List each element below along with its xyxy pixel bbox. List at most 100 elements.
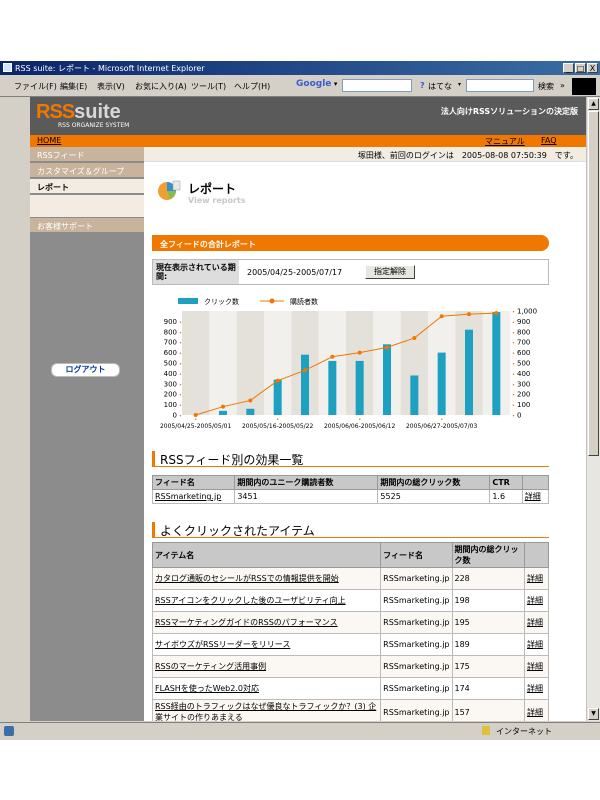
legend-marker bbox=[269, 298, 275, 304]
item-link[interactable]: RSSのマーケティング活用事例 bbox=[151, 655, 382, 678]
google-search-input[interactable] bbox=[342, 79, 412, 92]
hatena-dropdown-icon[interactable]: ▾ bbox=[458, 81, 461, 88]
main-content: 塚田様、前回のログインは 2005-08-08 07:50:39 です。 レポー… bbox=[144, 147, 586, 721]
detail-link[interactable]: 詳細 bbox=[523, 633, 550, 656]
close-button[interactable]: X bbox=[587, 63, 598, 73]
menu-view[interactable]: 表示(V) bbox=[97, 81, 125, 92]
maximize-button[interactable]: □ bbox=[575, 63, 586, 73]
x-tick-label: 2005/06/06-2005/06/12 bbox=[324, 423, 396, 430]
legend-swatch-bar bbox=[178, 298, 198, 304]
table-row: RSSのマーケティング活用事例 RSSmarketing.jp 175 詳細 bbox=[151, 655, 550, 678]
table-cell: RSSmarketing.jp bbox=[380, 633, 453, 656]
sidebar-item-rss-feed[interactable]: RSSフィード bbox=[30, 147, 144, 162]
y-right-tick-label: 100 bbox=[517, 401, 530, 409]
sidebar: RSSフィード カスタマイズ＆グループ レポート お客様サポート ログアウト bbox=[30, 147, 144, 721]
nav-home-link[interactable]: HOME bbox=[37, 136, 61, 145]
y-left-tick-mark: • bbox=[179, 403, 182, 409]
sidebar-item-support[interactable]: お客様サポート bbox=[30, 218, 144, 233]
period-label: 現在表示されている期間: bbox=[153, 260, 239, 284]
logout-button[interactable]: ログアウト bbox=[51, 363, 120, 377]
detail-link[interactable]: 詳細 bbox=[523, 699, 550, 721]
y-right-tick-mark: • bbox=[512, 393, 515, 399]
menu-favorites[interactable]: お気に入り(A) bbox=[135, 81, 187, 92]
detail-link[interactable]: 詳細 bbox=[523, 655, 550, 678]
clear-period-button[interactable]: 指定解除 bbox=[365, 265, 415, 279]
scroll-down-button[interactable]: ▼ bbox=[588, 708, 599, 720]
column-header: フィード名 bbox=[151, 475, 236, 490]
y-right-tick-label: 500 bbox=[517, 360, 530, 368]
detail-link[interactable]: 詳細 bbox=[521, 489, 550, 504]
y-right-tick-label: 900 bbox=[517, 318, 530, 326]
legend-label: 購読者数 bbox=[290, 297, 318, 306]
y-left-tick-mark: • bbox=[179, 372, 182, 378]
google-toolbar-button[interactable]: Google ▾ bbox=[296, 79, 337, 93]
item-link[interactable]: サイボウズがRSSリーダーをリリース bbox=[151, 633, 382, 656]
y-right-tick-mark: • bbox=[512, 403, 515, 409]
effects-heading: RSSフィード別の効果一覧 bbox=[160, 453, 304, 467]
item-link[interactable]: RSSマーケティングガイドのRSSのパフォーマンス bbox=[151, 611, 382, 634]
table-row: カタログ通販のセシールがRSSでの情報提供を開始 RSSmarketing.jp 2… bbox=[151, 567, 550, 590]
hatena-button[interactable]: はてな bbox=[428, 81, 452, 92]
vertical-scrollbar[interactable]: ▲ ▼ bbox=[586, 97, 600, 721]
table-row: RSSアイコンをクリックした後のユーザビリティ向上 RSSmarketing.jp… bbox=[151, 589, 550, 612]
menu-help[interactable]: ヘルプ(H) bbox=[234, 81, 270, 92]
line-point bbox=[467, 312, 471, 317]
items-heading: よくクリックされたアイテム bbox=[160, 524, 315, 538]
item-link[interactable]: FLASHを使ったWeb2.0対応 bbox=[151, 677, 382, 700]
rss-suite-logo[interactable]: RSSsuite RSS ORGANIZE SYSTEM bbox=[36, 101, 129, 129]
line-point bbox=[275, 378, 280, 383]
y-right-tick-mark: • bbox=[512, 320, 515, 326]
item-link[interactable]: RSSmarketing.jp bbox=[151, 489, 236, 504]
zone-text: インターネット bbox=[496, 727, 552, 736]
item-link[interactable]: RSS経由のトラフィックはなぜ優良なトラフィックか？(3) 企業サイトの作りあま… bbox=[151, 699, 382, 721]
item-link[interactable]: カタログ通販のセシールがRSSでの情報提供を開始 bbox=[151, 567, 382, 590]
table-cell: RSSmarketing.jp bbox=[380, 611, 453, 634]
toolbar-chevron[interactable]: » bbox=[560, 81, 565, 90]
y-right-tick-label: 300 bbox=[517, 380, 530, 388]
table-cell: 5525 bbox=[377, 489, 491, 504]
detail-link[interactable]: 詳細 bbox=[523, 567, 550, 590]
chart-bar bbox=[246, 408, 255, 415]
y-left-tick-mark: • bbox=[179, 382, 182, 388]
report-chart: クリック数 購読者数900 •800 •700 •600 •500 •400 •300 •200… bbox=[160, 297, 537, 430]
y-left-tick-label: 600 bbox=[164, 349, 177, 357]
chart-bar bbox=[465, 329, 473, 415]
column-header bbox=[521, 475, 550, 490]
menu-file[interactable]: ファイル(F) bbox=[14, 81, 57, 92]
sidebar-item-report[interactable]: レポート bbox=[30, 179, 144, 194]
nav-manual-link[interactable]: マニュアル bbox=[485, 136, 525, 147]
effects-table: フィード名 期間内のユニーク購読者数 期間内の総クリック数 CTR RSSmarketi… bbox=[151, 475, 550, 504]
scroll-up-button[interactable]: ▲ bbox=[588, 98, 599, 110]
hatena-search-input[interactable] bbox=[466, 79, 534, 92]
x-tick-label: 2005/04/25-2005/05/01 bbox=[160, 423, 232, 430]
chart-bar bbox=[328, 360, 337, 415]
minimize-button[interactable]: _ bbox=[563, 63, 574, 73]
search-button[interactable]: 検索 bbox=[538, 81, 554, 92]
chart-bar bbox=[219, 410, 227, 415]
detail-link[interactable]: 詳細 bbox=[523, 589, 550, 612]
y-left-tick-mark: • bbox=[179, 362, 182, 368]
item-link[interactable]: RSSアイコンをクリックした後のユーザビリティ向上 bbox=[151, 589, 382, 612]
menu-edit[interactable]: 編集(E) bbox=[60, 81, 87, 92]
scroll-thumb[interactable] bbox=[588, 111, 599, 456]
y-right-tick-mark: • bbox=[512, 414, 515, 420]
page-viewport: RSSsuite RSS ORGANIZE SYSTEM 法人向けRSSソリュー… bbox=[30, 97, 586, 721]
nav-faq-link[interactable]: FAQ bbox=[541, 136, 557, 145]
status-bar: インターネット bbox=[0, 722, 600, 740]
table-cell: 175 bbox=[451, 655, 525, 678]
column-header: 期間内のユニーク購読者数 bbox=[234, 475, 379, 490]
y-left-tick-mark: • bbox=[179, 351, 182, 357]
line-point bbox=[221, 404, 225, 409]
items-table: アイテム名 フィード名 期間内の総クリック数 カタログ通販のセシールがRSSでの情報提… bbox=[151, 542, 550, 721]
column-header bbox=[523, 542, 550, 568]
menu-tools[interactable]: ツール(T) bbox=[191, 81, 226, 92]
chart-bar bbox=[301, 354, 309, 415]
table-cell: 174 bbox=[451, 677, 525, 700]
page-title: レポート bbox=[188, 182, 237, 196]
table-cell: 189 bbox=[451, 633, 525, 656]
chart-bar bbox=[410, 375, 419, 415]
sidebar-item-customize[interactable]: カスタマイズ＆グループ bbox=[30, 163, 144, 178]
detail-link[interactable]: 詳細 bbox=[523, 677, 550, 700]
table-cell: RSSmarketing.jp bbox=[380, 589, 453, 612]
detail-link[interactable]: 詳細 bbox=[523, 611, 550, 634]
